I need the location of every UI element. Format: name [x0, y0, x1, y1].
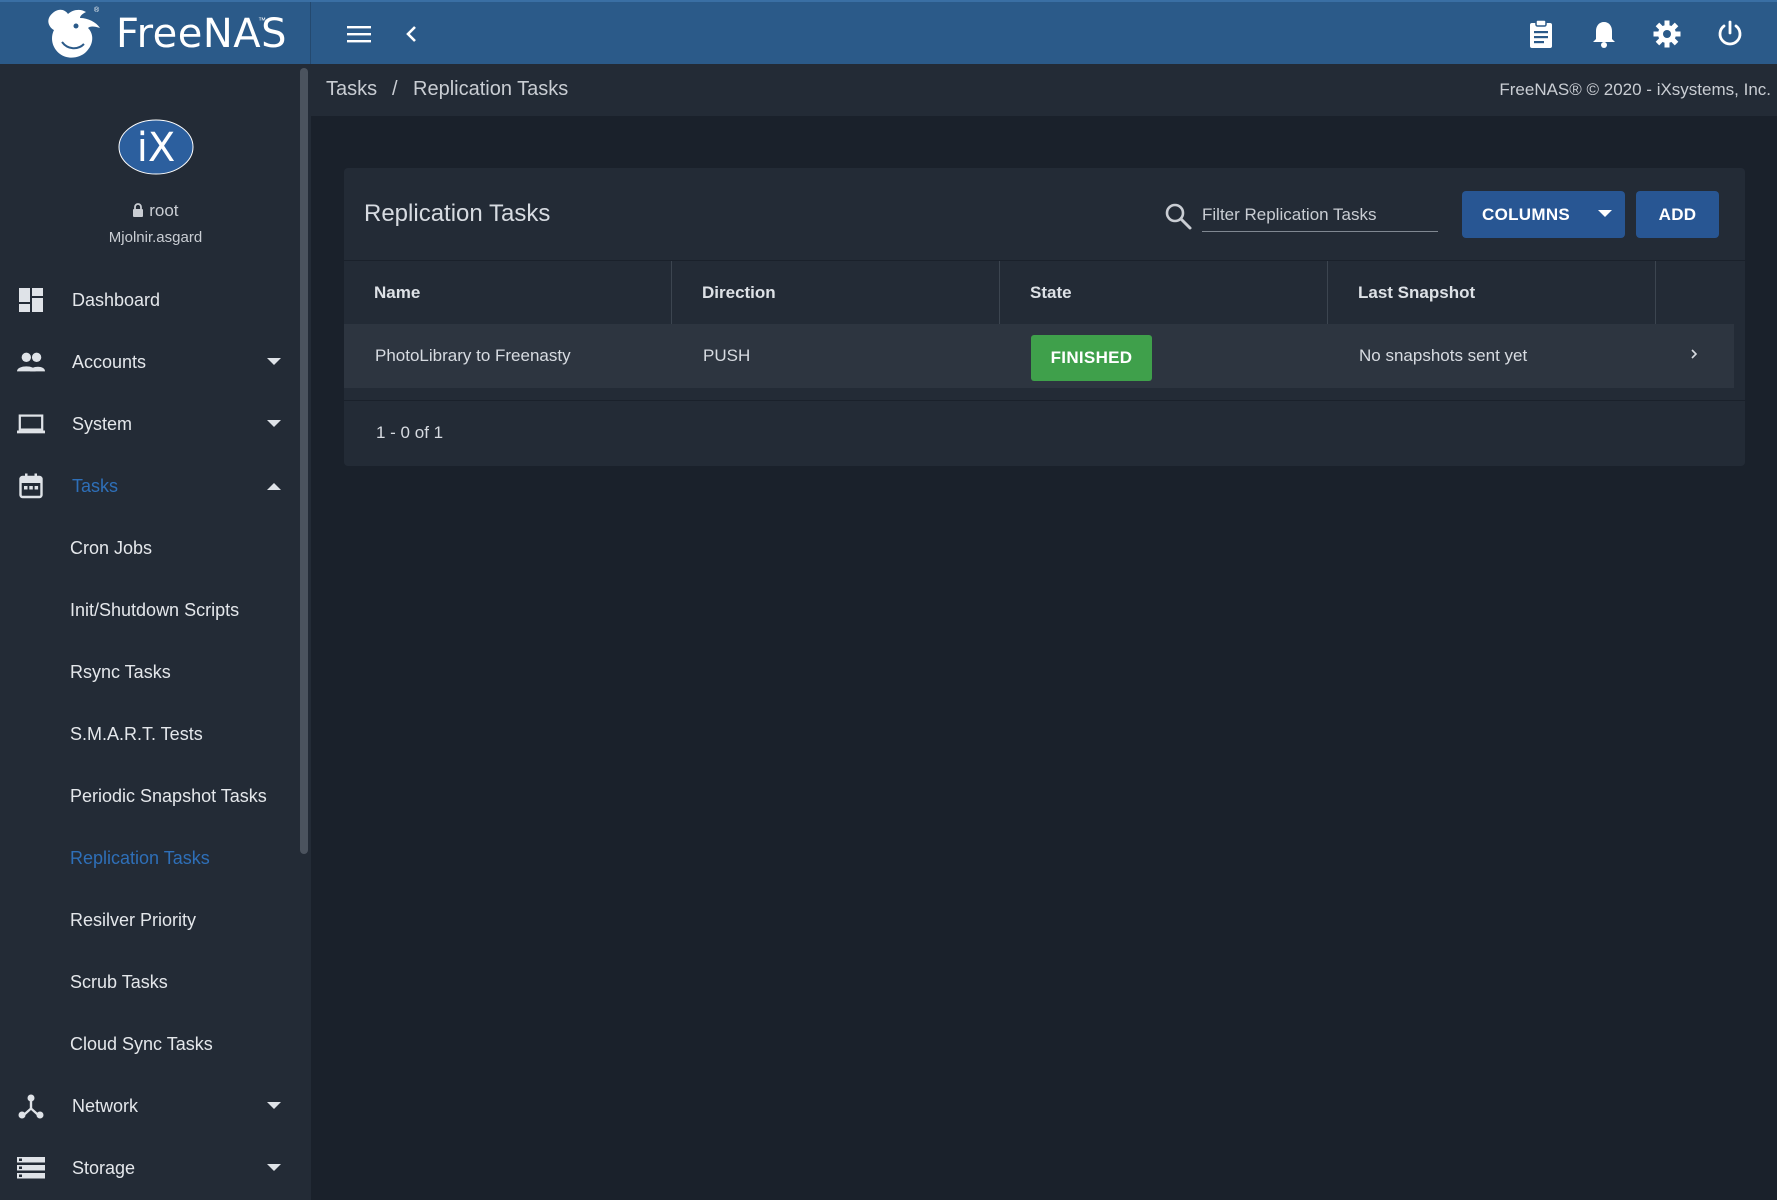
filter-replication-tasks-input[interactable] — [1202, 192, 1438, 232]
sidebar-subitem-label: Periodic Snapshot Tasks — [70, 785, 267, 806]
sidebar-subitem-label: Cron Jobs — [70, 537, 153, 558]
column-divider — [1655, 261, 1656, 325]
sidebar-subitem-label: Replication Tasks — [70, 847, 210, 868]
sidebar-item-label: Dashboard — [72, 289, 161, 310]
sidebar-item-dashboard[interactable]: Dashboard — [0, 272, 296, 328]
add-button-label: ADD — [1658, 204, 1697, 224]
caret-down-icon — [266, 354, 282, 370]
columns-button-label: COLUMNS — [1482, 204, 1571, 224]
sidebar-item-network[interactable]: Network — [0, 1078, 296, 1134]
column-header-last-snapshot[interactable]: Last Snapshot — [1358, 261, 1475, 325]
cell-name: PhotoLibrary to Freenasty — [375, 346, 571, 365]
dashboard-icon — [17, 286, 45, 314]
menu-toggle-button[interactable] — [341, 16, 377, 52]
columns-button[interactable]: COLUMNS — [1462, 191, 1625, 238]
calendar-icon — [17, 472, 45, 500]
table-row[interactable]: PhotoLibrary to Freenasty PUSH FINISHED … — [344, 324, 1734, 388]
column-header-state[interactable]: State — [1030, 261, 1072, 325]
column-divider — [1327, 261, 1328, 325]
people-icon — [17, 348, 45, 376]
bell-icon — [1593, 22, 1615, 48]
collapse-sidebar-button[interactable] — [393, 16, 429, 52]
power-icon — [1718, 20, 1742, 46]
sidebar-item-label: Network — [72, 1095, 139, 1116]
freenas-logo-icon — [48, 9, 100, 58]
sidebar-item-storage[interactable]: Storage — [0, 1140, 296, 1196]
breadcrumb: Tasks / Replication Tasks FreeNAS® © 202… — [311, 64, 1777, 116]
gear-icon — [1653, 20, 1681, 48]
caret-down-icon — [266, 1160, 282, 1176]
sidebar-subitem-resilver-priority[interactable]: Resilver Priority — [0, 892, 296, 948]
column-divider — [671, 261, 672, 325]
sidebar-subitem-replication-tasks[interactable]: Replication Tasks — [0, 830, 296, 886]
expand-row-button[interactable] — [1684, 344, 1704, 364]
power-button[interactable] — [1712, 16, 1748, 52]
current-user: root — [0, 201, 311, 221]
brand-registered-mark: ® — [94, 7, 100, 14]
page-title: Replication Tasks — [364, 200, 551, 227]
sidebar-scrollbar[interactable] — [300, 68, 308, 854]
table-footer: 1 - 0 of 1 — [344, 400, 1745, 466]
sidebar-subitem-label: Cloud Sync Tasks — [70, 1033, 213, 1054]
add-button[interactable]: ADD — [1636, 191, 1719, 238]
sidebar-item-tasks[interactable]: Tasks — [0, 458, 296, 514]
sidebar-item-accounts[interactable]: Accounts — [0, 334, 296, 390]
sidebar-subitem-init-shutdown-scripts[interactable]: Init/Shutdown Scripts — [0, 582, 296, 638]
sidebar: iX root Mjolnir.asgard Dashboard Account… — [0, 64, 311, 1200]
settings-button[interactable] — [1649, 16, 1685, 52]
sidebar-subitem-label: Resilver Priority — [70, 909, 197, 930]
caret-down-icon — [266, 1098, 282, 1114]
brand[interactable]: ® FreeNAS ™ — [0, 2, 311, 66]
sidebar-subitem-periodic-snapshot-tasks[interactable]: Periodic Snapshot Tasks — [0, 768, 296, 824]
column-divider — [999, 261, 1000, 325]
caret-down-icon — [266, 416, 282, 432]
sidebar-subitem-cloud-sync-tasks[interactable]: Cloud Sync Tasks — [0, 1016, 296, 1072]
ix-avatar-icon: iX — [118, 119, 194, 175]
sidebar-item-label: Tasks — [72, 475, 119, 496]
sidebar-item-label: Accounts — [72, 351, 147, 372]
clipboard-icon — [1530, 19, 1552, 48]
paginator-range-label: 1 - 0 of 1 — [376, 423, 444, 442]
sidebar-subitem-label: Rsync Tasks — [70, 661, 171, 682]
chevron-left-icon — [406, 26, 416, 42]
sidebar-subitem-label: Scrub Tasks — [70, 971, 168, 992]
sidebar-item-label: System — [72, 413, 133, 434]
lock-icon — [133, 203, 144, 217]
brand-trademark: ™ — [258, 16, 266, 25]
caret-up-icon — [266, 478, 282, 494]
laptop-icon — [17, 410, 45, 438]
breadcrumb-parent-link[interactable]: Tasks — [326, 78, 377, 101]
status-badge[interactable]: FINISHED — [1031, 335, 1152, 381]
search-icon — [1165, 203, 1192, 230]
copyright-text: FreeNAS® © 2020 - iXsystems, Inc. — [1499, 80, 1771, 99]
column-header-name[interactable]: Name — [374, 261, 420, 325]
sidebar-subitem-label: S.M.A.R.T. Tests — [70, 723, 203, 744]
avatar-text: iX — [137, 125, 176, 171]
sidebar-item-label: Storage — [72, 1157, 136, 1178]
breadcrumb-current: Replication Tasks — [413, 78, 569, 100]
storage-icon — [17, 1154, 45, 1182]
replication-tasks-card: Replication Tasks COLUMNS ADD Name Direc… — [344, 168, 1745, 466]
sidebar-subitem-rsync-tasks[interactable]: Rsync Tasks — [0, 644, 296, 700]
cell-direction: PUSH — [703, 346, 751, 365]
menu-icon — [347, 26, 371, 43]
column-header-direction[interactable]: Direction — [702, 261, 776, 325]
sidebar-subitem-label: Init/Shutdown Scripts — [70, 599, 240, 620]
sidebar-subitem-cron-jobs[interactable]: Cron Jobs — [0, 520, 296, 576]
network-icon — [17, 1092, 45, 1120]
chevron-right-icon — [1691, 349, 1698, 359]
hostname: Mjolnir.asgard — [108, 229, 203, 246]
caret-down-icon — [1598, 210, 1612, 217]
sidebar-subitem-smart-tests[interactable]: S.M.A.R.T. Tests — [0, 706, 296, 762]
sidebar-item-system[interactable]: System — [0, 396, 296, 452]
sidebar-subitem-scrub-tasks[interactable]: Scrub Tasks — [0, 954, 296, 1010]
table-header: Name Direction State Last Snapshot — [344, 260, 1745, 325]
breadcrumb-separator: / — [392, 78, 398, 100]
cell-last-snapshot: No snapshots sent yet — [1359, 346, 1528, 365]
task-manager-button[interactable] — [1523, 16, 1559, 52]
alerts-button[interactable] — [1586, 16, 1622, 52]
top-toolbar: ® FreeNAS ™ — [0, 0, 1777, 66]
username: root — [149, 201, 179, 220]
